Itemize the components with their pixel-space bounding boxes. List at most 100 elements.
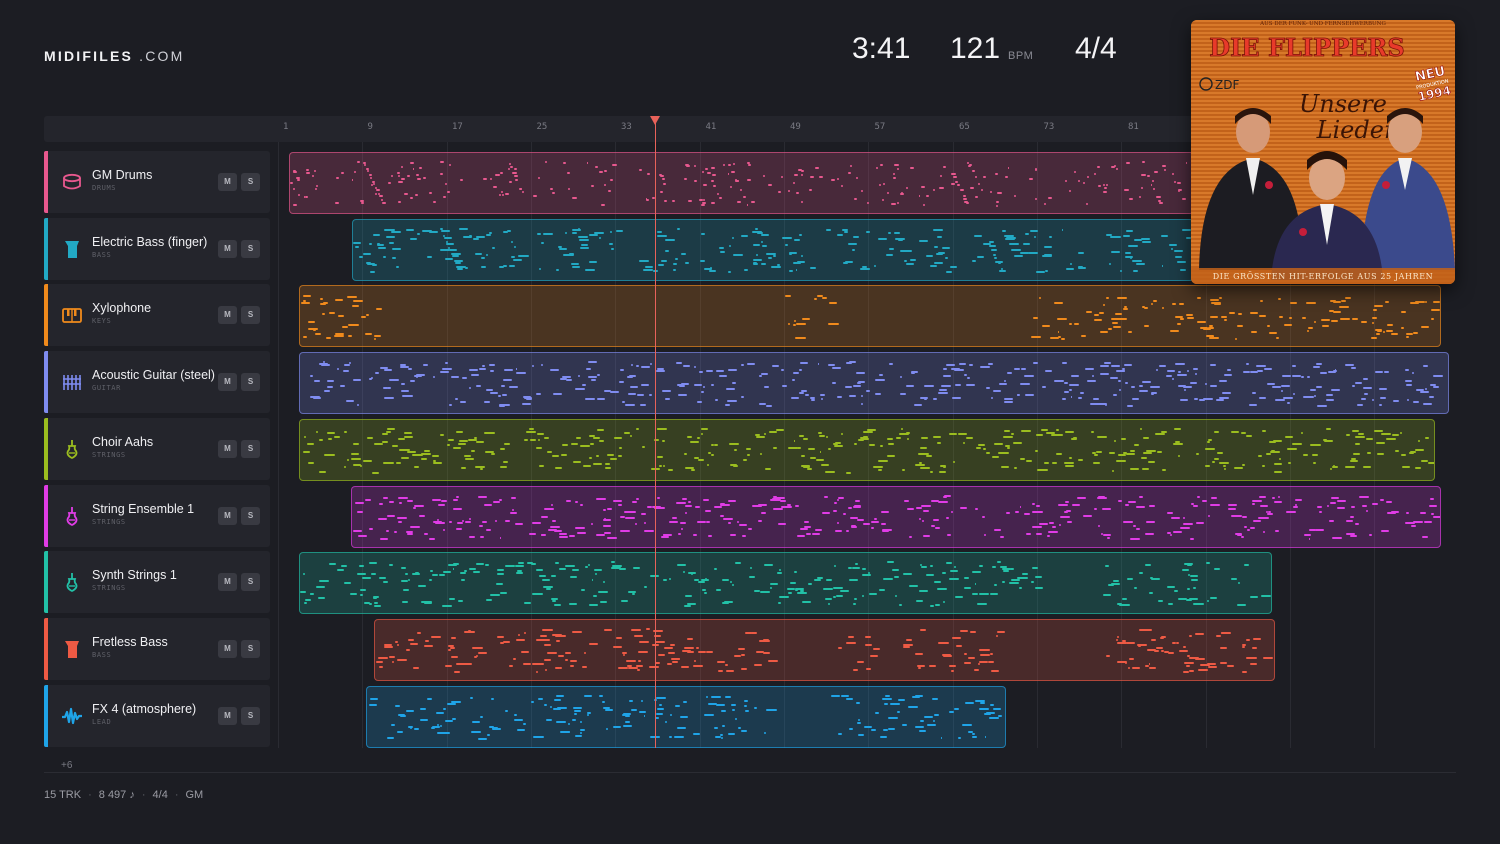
- midi-note: [1391, 510, 1399, 513]
- midi-note: [780, 368, 784, 371]
- midi-note: [1292, 365, 1296, 368]
- solo-button[interactable]: S: [241, 573, 260, 592]
- playhead-marker[interactable]: [650, 116, 660, 125]
- midi-note: [568, 722, 570, 725]
- track-header[interactable]: GM Drums DRUMS M S: [44, 151, 270, 213]
- mute-button[interactable]: M: [218, 239, 237, 258]
- midi-note: [1286, 401, 1290, 404]
- midi-note: [549, 368, 560, 371]
- midi-note: [1351, 385, 1355, 388]
- track-header[interactable]: Electric Bass (finger) BASS M S: [44, 217, 270, 280]
- midi-note: [1139, 389, 1148, 392]
- midi-note: [925, 194, 930, 197]
- midi-note: [569, 602, 577, 605]
- track-color-bar: [44, 551, 48, 614]
- midi-note: [402, 589, 410, 592]
- solo-button[interactable]: S: [241, 639, 260, 658]
- midi-clip[interactable]: [374, 618, 1275, 681]
- midi-note: [988, 716, 999, 719]
- solo-button[interactable]: S: [241, 239, 260, 258]
- track-header[interactable]: FX 4 (atmosphere) LEAD M S: [44, 684, 270, 747]
- midi-note: [373, 604, 382, 607]
- midi-note: [498, 193, 502, 196]
- midi-note: [549, 188, 554, 191]
- track-header[interactable]: String Ensemble 1 STRINGS M S: [44, 484, 270, 547]
- midi-note: [1006, 371, 1012, 374]
- midi-note: [825, 471, 836, 474]
- midi-note: [964, 200, 969, 203]
- midi-note: [797, 534, 806, 537]
- midi-note: [729, 185, 732, 188]
- solo-button[interactable]: S: [241, 439, 260, 458]
- solo-button[interactable]: S: [241, 306, 260, 325]
- mute-button[interactable]: M: [218, 639, 237, 658]
- track-category: STRINGS: [92, 584, 126, 593]
- midi-note: [364, 601, 370, 604]
- midi-note: [587, 361, 597, 364]
- album-cover[interactable]: AUS DER FUNK- UND FERNSEHWERBUNG DIE FLI…: [1191, 20, 1455, 284]
- midi-note: [1433, 300, 1440, 303]
- midi-clip[interactable]: [366, 685, 1006, 748]
- midi-note: [696, 646, 700, 649]
- track-header[interactable]: Choir Aahs STRINGS M S: [44, 417, 270, 480]
- midi-clip[interactable]: [299, 552, 1272, 615]
- midi-note: [1064, 180, 1067, 183]
- midi-note: [450, 646, 455, 649]
- midi-note: [871, 729, 876, 732]
- track-header[interactable]: Synth Strings 1 STRINGS M S: [44, 551, 270, 614]
- solo-button[interactable]: S: [241, 373, 260, 392]
- midi-note: [405, 573, 408, 576]
- midi-note: [873, 518, 878, 520]
- midi-note: [949, 577, 960, 580]
- midi-note: [392, 661, 394, 664]
- midi-note: [584, 268, 595, 271]
- midi-note: [918, 194, 921, 197]
- midi-note: [794, 239, 801, 242]
- midi-note: [865, 231, 871, 234]
- playhead[interactable]: [655, 122, 656, 748]
- midi-note: [604, 628, 612, 631]
- solo-button[interactable]: S: [241, 706, 260, 725]
- midi-note: [340, 384, 345, 387]
- track-header[interactable]: Acoustic Guitar (steel) GUITAR M S: [44, 351, 270, 414]
- midi-note: [785, 243, 789, 246]
- solo-button[interactable]: S: [241, 506, 260, 525]
- brand-logo[interactable]: MIDIFILES .COM: [44, 48, 184, 64]
- solo-button[interactable]: S: [241, 173, 260, 191]
- track-header[interactable]: Xylophone KEYS M S: [44, 284, 270, 347]
- more-tracks-indicator[interactable]: +6: [61, 760, 72, 771]
- mute-button[interactable]: M: [218, 573, 237, 592]
- mute-button[interactable]: M: [218, 373, 237, 392]
- mute-button[interactable]: M: [218, 173, 237, 191]
- mute-button[interactable]: M: [218, 439, 237, 458]
- mute-button[interactable]: M: [218, 706, 237, 725]
- track-color-bar: [44, 217, 48, 280]
- midi-note: [1369, 533, 1373, 536]
- midi-clip[interactable]: [352, 218, 1194, 281]
- mute-button[interactable]: M: [218, 306, 237, 325]
- mute-button[interactable]: M: [218, 506, 237, 525]
- midi-note: [1204, 382, 1207, 385]
- midi-note: [996, 634, 998, 637]
- midi-note: [359, 588, 367, 591]
- midi-note: [1351, 366, 1357, 369]
- track-header[interactable]: Fretless Bass BASS M S: [44, 617, 270, 680]
- midi-note: [762, 651, 771, 654]
- midi-note: [915, 506, 922, 509]
- midi-note: [1223, 374, 1232, 377]
- midi-note: [849, 394, 856, 397]
- midi-note: [510, 511, 517, 514]
- midi-note: [491, 246, 496, 249]
- midi-note: [471, 731, 481, 734]
- midi-note: [406, 649, 410, 652]
- midi-clip[interactable]: [299, 418, 1435, 481]
- midi-clip[interactable]: [299, 285, 1441, 348]
- midi-note: [899, 433, 909, 436]
- midi-clip[interactable]: [289, 152, 1194, 214]
- midi-note: [1066, 267, 1075, 270]
- midi-note: [637, 650, 649, 653]
- midi-clip[interactable]: [299, 352, 1449, 415]
- midi-note: [598, 695, 603, 698]
- midi-note: [1143, 452, 1152, 455]
- midi-clip[interactable]: [351, 485, 1441, 548]
